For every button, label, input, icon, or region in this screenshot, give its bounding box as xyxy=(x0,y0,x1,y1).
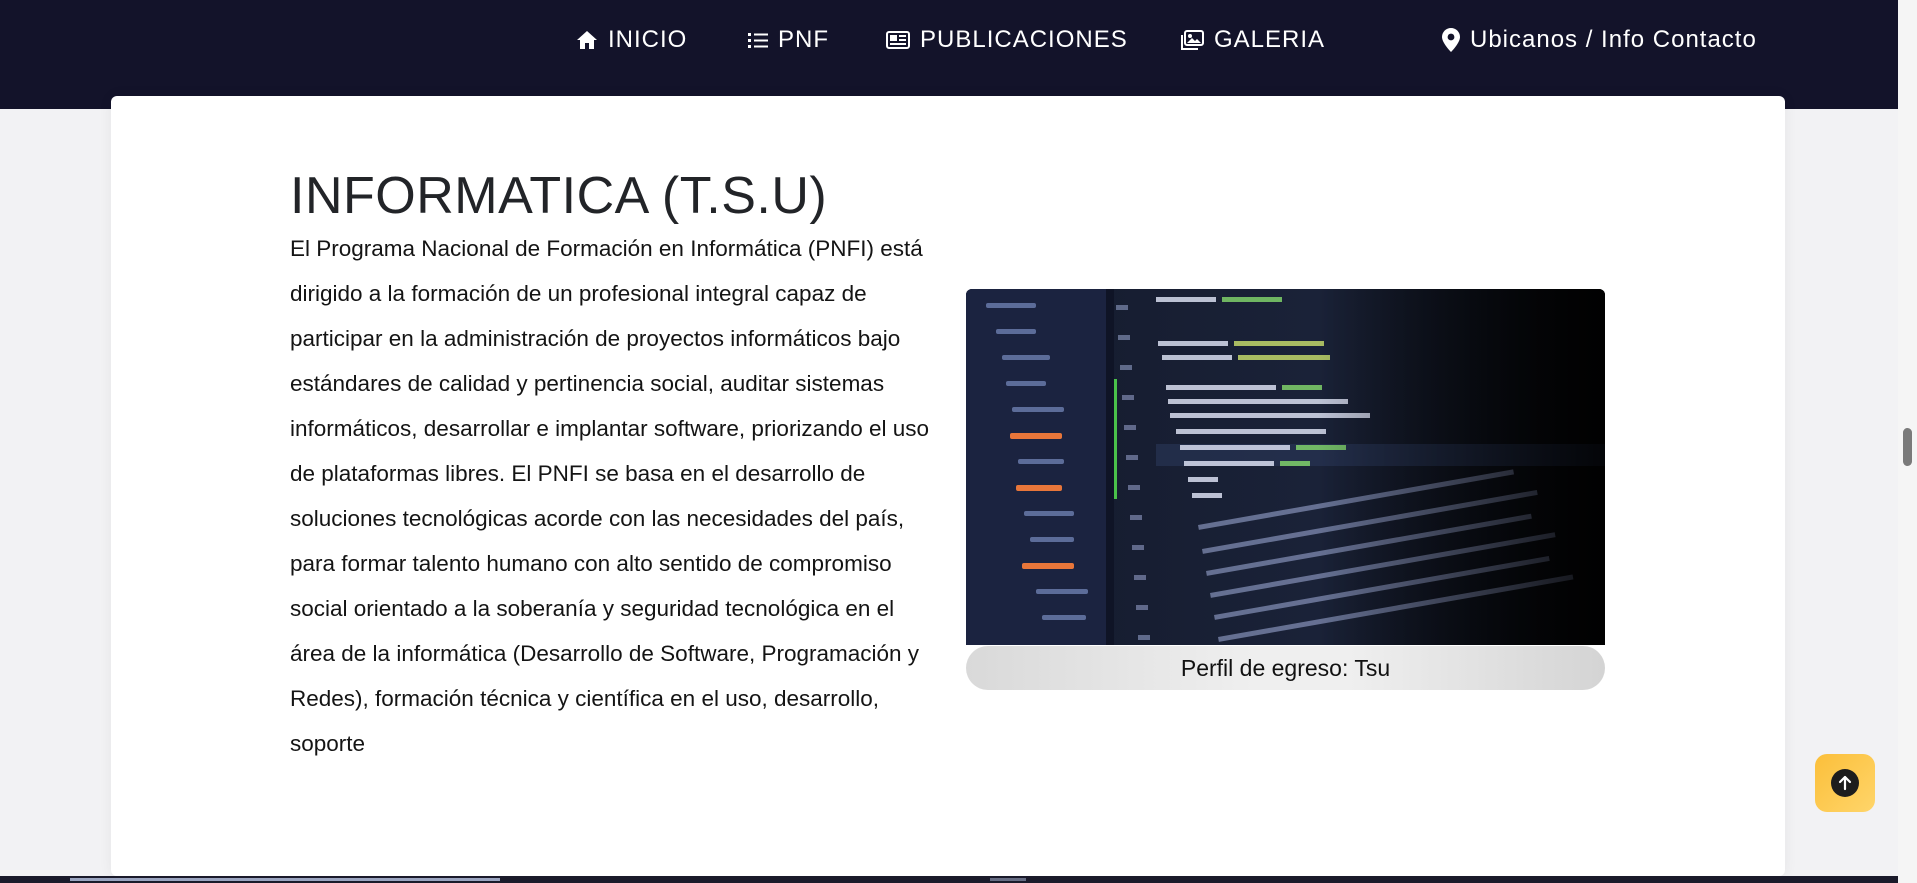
vertical-scrollbar[interactable] xyxy=(1898,0,1917,883)
nav-pnf[interactable]: PNF xyxy=(748,22,829,58)
nav-pnf-label: PNF xyxy=(778,26,829,53)
bottom-strip xyxy=(0,876,1898,883)
program-description: El Programa Nacional de Formación en Inf… xyxy=(290,236,930,756)
nav-inicio[interactable]: INICIO xyxy=(576,22,687,58)
nav-ubicanos-contacto[interactable]: Ubicanos / Info Contacto xyxy=(1442,22,1757,58)
scroll-to-top-button[interactable] xyxy=(1815,754,1875,812)
code-editor-photo xyxy=(966,289,1605,645)
nav-ubicanos-label: Ubicanos / Info Contacto xyxy=(1470,26,1757,53)
page-viewport: INICIO PNF PUBLICACIONES GALERIA Ubicano… xyxy=(0,0,1898,883)
code-screen-image xyxy=(966,289,1605,645)
nav-galeria[interactable]: GALERIA xyxy=(1180,22,1325,58)
list-icon xyxy=(748,33,768,48)
scrollbar-thumb[interactable] xyxy=(1903,428,1912,466)
home-icon xyxy=(577,31,597,49)
nav-publicaciones[interactable]: PUBLICACIONES xyxy=(886,22,1128,58)
nav-inicio-label: INICIO xyxy=(608,26,688,53)
newspaper-icon xyxy=(886,31,910,49)
page-title: INFORMATICA (T.S.U) xyxy=(290,167,828,225)
nav-galeria-label: GALERIA xyxy=(1214,26,1326,53)
strip-segment xyxy=(70,878,500,881)
nav-publicaciones-label: PUBLICACIONES xyxy=(920,26,1128,53)
arrow-up-icon xyxy=(1831,769,1859,797)
images-icon xyxy=(1181,30,1204,50)
top-navbar: INICIO PNF PUBLICACIONES GALERIA Ubicano… xyxy=(0,0,1898,109)
location-pin-icon xyxy=(1442,28,1460,52)
image-caption: Perfil de egreso: Tsu xyxy=(966,646,1605,690)
strip-segment xyxy=(990,878,1026,881)
